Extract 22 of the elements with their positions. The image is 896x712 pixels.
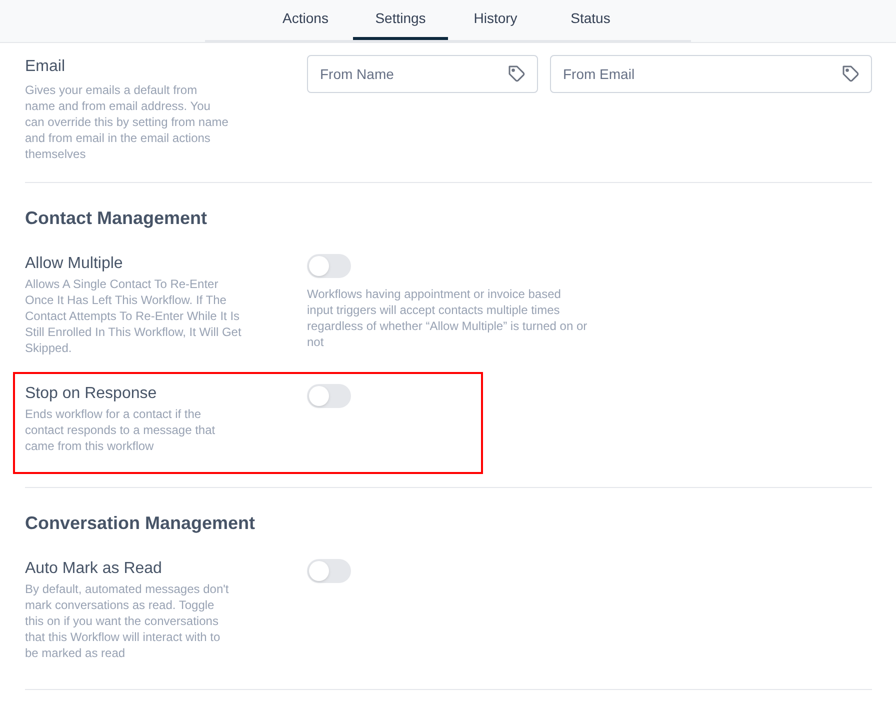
toggle-switch[interactable] xyxy=(307,384,351,408)
setting-title: Auto Mark as Read xyxy=(25,559,163,579)
tab[interactable]: History xyxy=(448,0,543,40)
tab[interactable]: Status xyxy=(543,0,638,40)
text-field[interactable]: From Email xyxy=(550,55,872,93)
setting-description: Gives your emails a default from name and from email address. You can override this by setting from name and from email in the email actions themselves xyxy=(25,82,230,162)
text-field[interactable]: From Name xyxy=(307,55,538,93)
setting-description: Ends workflow for a contact if the contact responds to a message that came from this workflow xyxy=(25,406,216,454)
setting-note: Workflows having appointment or invoice based input triggers will accept contacts multiple times regardless of whether “Allow Multiple” is turned on or not xyxy=(307,286,588,350)
tab[interactable]: Settings xyxy=(353,0,448,40)
setting-description: By default, automated messages don't mark conversations as read. Toggle this on if you want the conversations that this Workflow will interact with to be marked as read xyxy=(25,581,230,661)
tab[interactable]: Actions xyxy=(258,0,353,40)
tag-icon xyxy=(842,65,860,83)
setting-title: Email xyxy=(25,57,66,77)
setting-title: Stop on Response xyxy=(25,384,158,404)
toggle-switch[interactable] xyxy=(307,559,351,583)
section-heading: Conversation Management xyxy=(25,512,256,535)
setting-description: Allows A Single Contact To Re-Enter Once It Has Left This Workflow. If The Contact Attempts To Re-Enter While It Is Still Enrolled In This Workflow, It Will Get Skipped. xyxy=(25,276,242,356)
setting-title: Allow Multiple xyxy=(25,254,124,274)
section-heading: Contact Management xyxy=(25,207,208,230)
tag-icon xyxy=(508,65,526,83)
toggle-switch[interactable] xyxy=(307,254,351,278)
